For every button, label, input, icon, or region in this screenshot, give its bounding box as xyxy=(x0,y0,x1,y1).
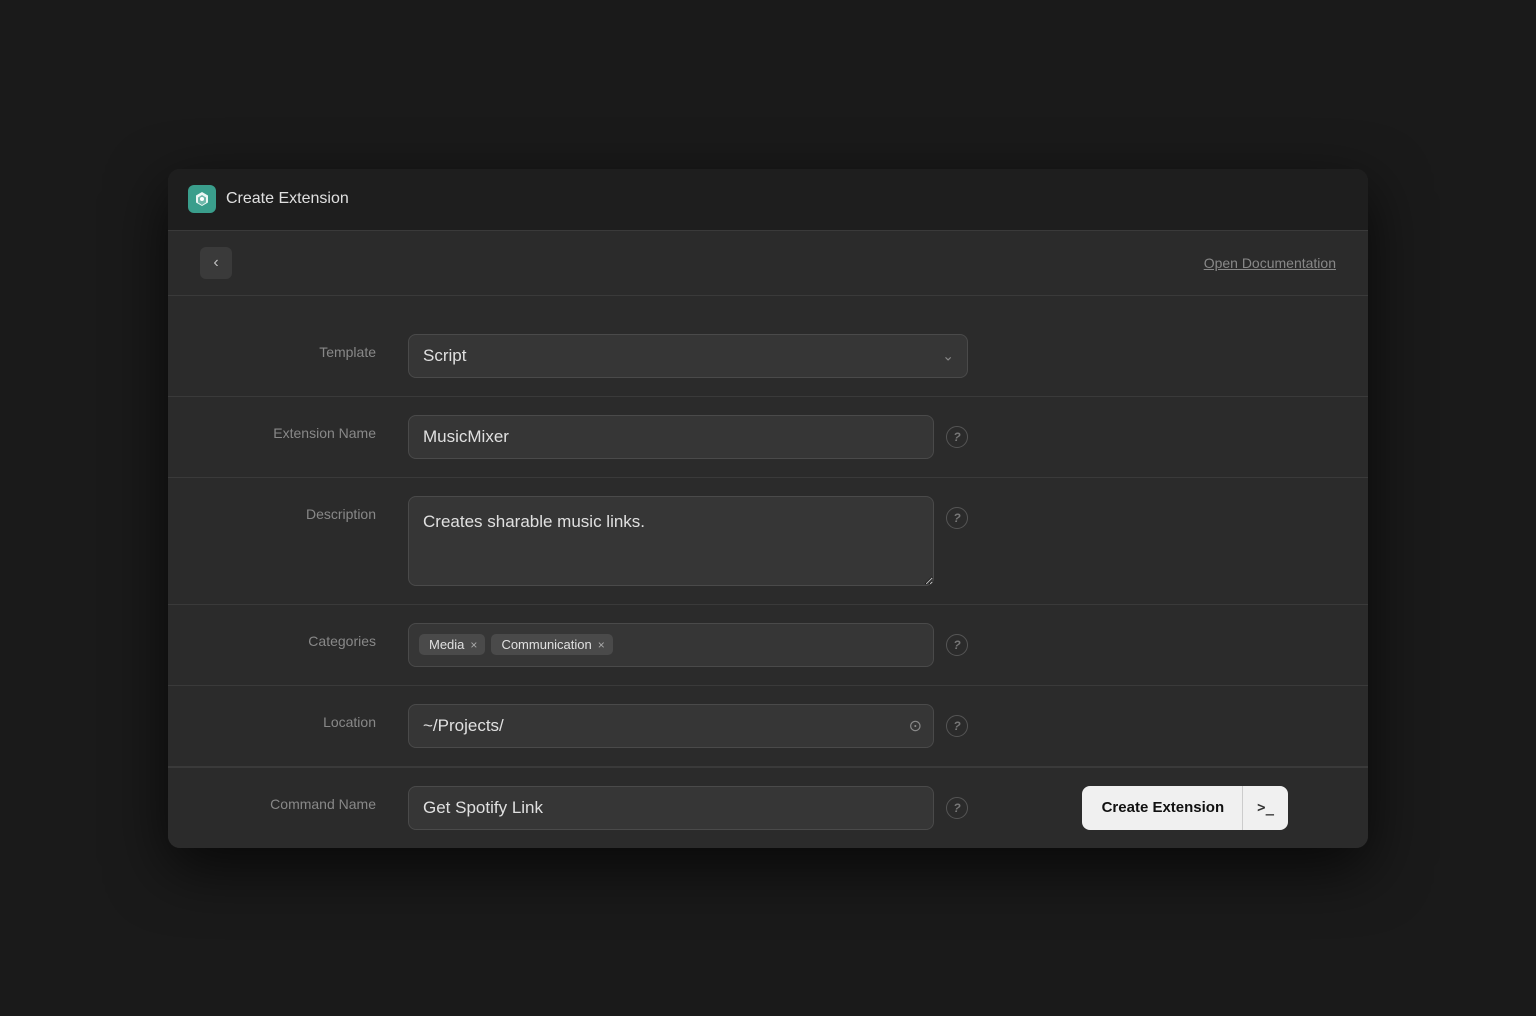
help-question-mark-cat: ? xyxy=(953,638,960,652)
template-row: Template Script No View Menu Bar Extra M… xyxy=(168,316,1368,397)
app-icon xyxy=(188,185,216,213)
location-input[interactable] xyxy=(408,704,934,748)
description-input-wrapper: Creates sharable music links. ? xyxy=(408,496,968,586)
extension-name-input[interactable] xyxy=(408,415,934,459)
back-icon: ‹ xyxy=(213,254,218,272)
location-field-wrapper: ⊙ xyxy=(408,704,934,748)
extension-name-help-icon[interactable]: ? xyxy=(946,426,968,448)
description-label: Description xyxy=(248,496,408,522)
extension-name-input-wrapper: ? xyxy=(408,415,968,459)
description-help-icon[interactable]: ? xyxy=(946,507,968,529)
help-question-mark-cmd: ? xyxy=(953,801,960,815)
terminal-icon: >_ xyxy=(1243,800,1288,816)
title-bar: Create Extension xyxy=(168,169,1368,231)
command-create-row: Command Name ? Create Extension >_ xyxy=(168,768,1368,848)
location-input-wrapper: ⊙ ? xyxy=(408,704,968,748)
window-title: Create Extension xyxy=(226,190,349,208)
command-name-input[interactable] xyxy=(408,786,934,830)
description-textarea[interactable]: Creates sharable music links. xyxy=(408,496,934,586)
open-documentation-button[interactable]: Open Documentation xyxy=(1204,255,1336,271)
command-name-input-wrapper: ? xyxy=(408,786,968,830)
location-help-icon[interactable]: ? xyxy=(946,715,968,737)
window: Create Extension ‹ Open Documentation Te… xyxy=(168,169,1368,848)
help-question-mark-desc: ? xyxy=(953,511,960,525)
header-row: ‹ Open Documentation xyxy=(168,231,1368,296)
template-input-wrapper: Script No View Menu Bar Extra Module ⌄ xyxy=(408,334,968,378)
categories-label: Categories xyxy=(248,623,408,649)
command-name-label: Command Name xyxy=(248,786,408,812)
category-tag-media: Media × xyxy=(419,634,485,655)
location-label: Location xyxy=(248,704,408,730)
help-question-mark-loc: ? xyxy=(953,719,960,733)
location-folder-button[interactable]: ⊙ xyxy=(909,716,922,736)
extension-name-label: Extension Name xyxy=(248,415,408,441)
help-question-mark: ? xyxy=(953,430,960,444)
folder-icon: ⊙ xyxy=(909,716,922,736)
category-tag-communication-remove[interactable]: × xyxy=(598,638,605,652)
categories-row: Categories Media × Communication × ? xyxy=(168,605,1368,686)
categories-field[interactable]: Media × Communication × xyxy=(408,623,934,667)
template-label: Template xyxy=(248,334,408,360)
command-name-help-icon[interactable]: ? xyxy=(946,797,968,819)
extension-name-row: Extension Name ? xyxy=(168,397,1368,478)
location-row: Location ⊙ ? xyxy=(168,686,1368,767)
category-tag-communication-label: Communication xyxy=(501,637,591,652)
template-select-wrapper: Script No View Menu Bar Extra Module ⌄ xyxy=(408,334,968,378)
create-extension-button[interactable]: Create Extension >_ xyxy=(1082,786,1288,830)
bottom-section: Command Name ? Create Extension >_ xyxy=(168,767,1368,848)
description-row: Description Creates sharable music links… xyxy=(168,478,1368,605)
category-tag-communication: Communication × xyxy=(491,634,612,655)
category-tag-media-label: Media xyxy=(429,637,464,652)
categories-input-wrapper: Media × Communication × ? xyxy=(408,623,968,667)
categories-help-icon[interactable]: ? xyxy=(946,634,968,656)
main-content: ‹ Open Documentation Template Script No … xyxy=(168,231,1368,848)
form-area: Template Script No View Menu Bar Extra M… xyxy=(168,296,1368,848)
create-extension-button-label: Create Extension xyxy=(1082,799,1243,816)
template-select[interactable]: Script No View Menu Bar Extra Module xyxy=(408,334,968,378)
back-button[interactable]: ‹ xyxy=(200,247,232,279)
category-tag-media-remove[interactable]: × xyxy=(470,638,477,652)
command-name-group: Command Name ? xyxy=(248,786,1058,830)
